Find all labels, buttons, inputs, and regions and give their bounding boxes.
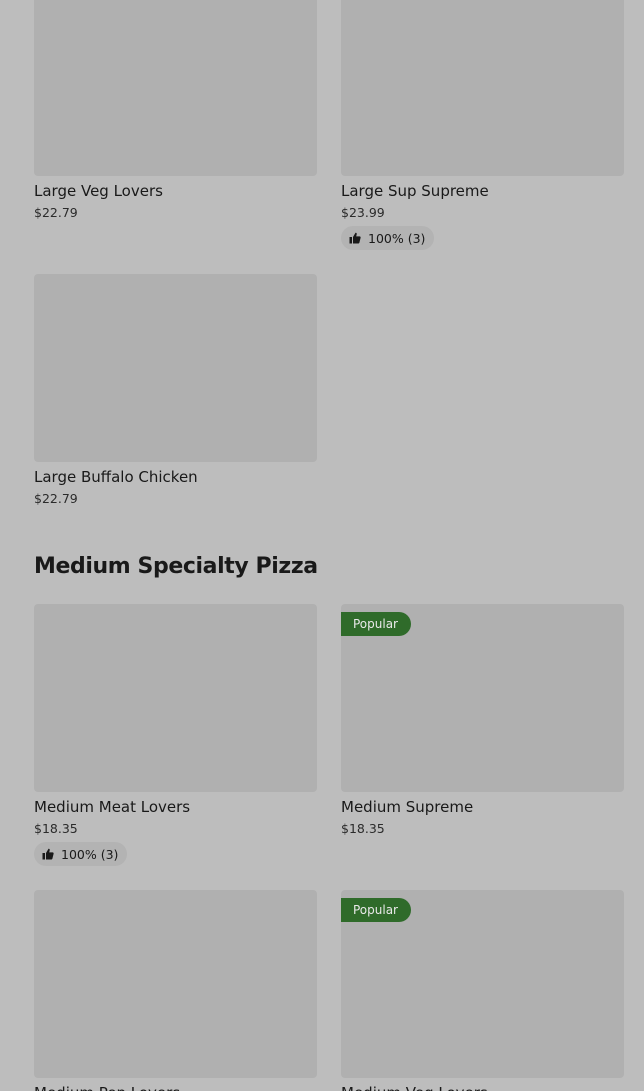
item-price: $18.35 [341, 821, 385, 836]
item-image[interactable] [34, 604, 317, 792]
menu-item-medium-meat-lovers[interactable]: Medium Meat Lovers $18.35 100% (3) [34, 604, 317, 866]
item-name: Medium Veg Lovers [341, 1083, 624, 1091]
item-image[interactable] [341, 0, 624, 176]
menu-item-medium-pep-lovers[interactable]: Medium Pep Lovers [34, 890, 317, 1091]
item-name: Large Buffalo Chicken [34, 468, 198, 486]
popular-badge: Popular [341, 612, 411, 636]
thumbs-up-icon [42, 848, 54, 860]
menu-item-large-sup-supreme[interactable]: Large Sup Supreme $23.99 100% (3) [341, 0, 624, 250]
thumbs-up-icon [349, 232, 361, 244]
menu-page: Large Veg Lovers $22.79 Large Sup Suprem… [0, 0, 644, 1091]
menu-item-large-veg-lovers[interactable]: Large Veg Lovers $22.79 [34, 0, 317, 220]
item-name: Large Veg Lovers [34, 182, 163, 200]
item-name: Medium Supreme [341, 798, 474, 816]
item-image[interactable]: Popular [341, 604, 624, 792]
item-name: Medium Meat Lovers [34, 798, 191, 816]
item-price: $22.79 [34, 205, 78, 220]
rating-text: 100% (3) [61, 846, 119, 862]
item-price: $23.99 [341, 205, 385, 220]
item-image[interactable] [34, 274, 317, 462]
popular-badge: Popular [341, 898, 411, 922]
rating-chip: 100% (3) [34, 842, 128, 866]
menu-item-large-buffalo-chicken[interactable]: Large Buffalo Chicken $22.79 [34, 274, 317, 506]
item-price: $22.79 [34, 491, 78, 506]
menu-item-medium-supreme[interactable]: Popular Medium Supreme $18.35 [341, 604, 624, 836]
item-image[interactable] [34, 0, 317, 176]
item-image[interactable]: Popular [341, 890, 624, 1078]
rating-chip: 100% (3) [341, 226, 435, 250]
item-name: Medium Pep Lovers [34, 1083, 317, 1091]
rating-text: 100% (3) [368, 230, 426, 246]
item-image[interactable] [34, 890, 317, 1078]
item-name: Large Sup Supreme [341, 182, 489, 200]
menu-item-medium-veg-lovers[interactable]: Popular Medium Veg Lovers [341, 890, 624, 1091]
section-title: Medium Specialty Pizza [34, 554, 318, 579]
item-price: $18.35 [34, 821, 78, 836]
